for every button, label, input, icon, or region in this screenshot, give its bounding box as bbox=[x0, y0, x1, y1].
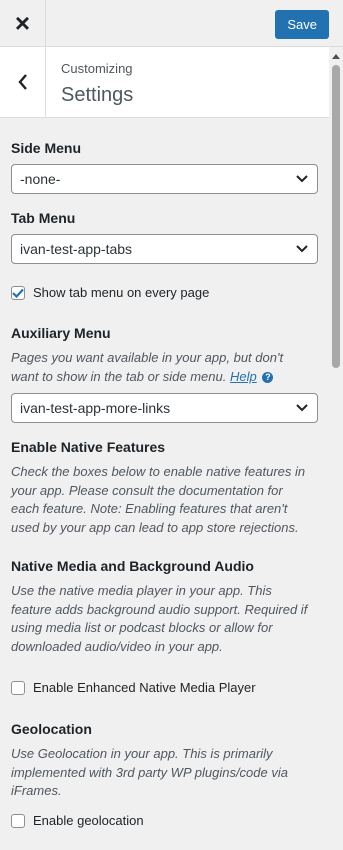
show-tab-menu-checkbox-row[interactable]: Show tab menu on every page bbox=[11, 285, 209, 300]
media-description: Use the native media player in your app.… bbox=[11, 583, 308, 654]
scroll-up-arrow-icon[interactable] bbox=[332, 54, 340, 59]
geolocation-description: Use Geolocation in your app. This is pri… bbox=[11, 746, 288, 798]
chevron-down-icon bbox=[296, 404, 308, 412]
side-menu-value: -none- bbox=[20, 171, 61, 187]
enable-geolocation-label: Enable geolocation bbox=[33, 813, 144, 828]
enable-media-label: Enable Enhanced Native Media Player bbox=[33, 680, 256, 695]
side-menu-title: Side Menu bbox=[11, 140, 82, 156]
breadcrumb: Customizing bbox=[61, 61, 133, 76]
enable-media-checkbox[interactable] bbox=[11, 680, 25, 695]
aux-menu-value: ivan-test-app-more-links bbox=[20, 400, 171, 416]
customizer-topbar: × Save bbox=[0, 0, 343, 47]
native-features-title: Enable Native Features bbox=[11, 439, 166, 455]
page-title: Settings bbox=[61, 84, 134, 106]
save-button[interactable]: Save bbox=[275, 10, 329, 39]
enable-geolocation-checkbox[interactable] bbox=[11, 813, 25, 828]
tab-menu-value: ivan-test-app-tabs bbox=[20, 241, 133, 257]
tab-menu-select[interactable]: ivan-test-app-tabs bbox=[11, 234, 318, 264]
chevron-left-icon bbox=[17, 74, 27, 90]
close-icon: × bbox=[14, 8, 31, 38]
media-title: Native Media and Background Audio bbox=[11, 558, 254, 574]
show-tab-menu-label: Show tab menu on every page bbox=[33, 285, 210, 300]
chevron-down-icon bbox=[296, 245, 308, 253]
enable-geolocation-checkbox-row[interactable]: Enable geolocation bbox=[11, 813, 144, 828]
back-button[interactable] bbox=[0, 47, 46, 117]
checkmark-icon bbox=[12, 288, 24, 298]
side-menu-select[interactable]: -none- bbox=[11, 164, 318, 194]
aux-menu-description: Pages you want available in your app, bu… bbox=[11, 349, 311, 386]
panel-header: Customizing Settings bbox=[0, 47, 329, 118]
show-tab-menu-checkbox[interactable] bbox=[11, 285, 25, 300]
scrollbar-thumb[interactable] bbox=[332, 65, 340, 368]
tab-menu-title: Tab Menu bbox=[11, 210, 76, 226]
native-features-description: Check the boxes below to enable native f… bbox=[11, 464, 306, 535]
help-link[interactable]: Help bbox=[230, 369, 257, 384]
enable-media-checkbox-row[interactable]: Enable Enhanced Native Media Player bbox=[11, 680, 256, 695]
aux-menu-title: Auxiliary Menu bbox=[11, 325, 111, 341]
scrollbar[interactable] bbox=[329, 47, 343, 850]
aux-menu-select[interactable]: ivan-test-app-more-links bbox=[11, 393, 318, 423]
chevron-down-icon bbox=[296, 175, 308, 183]
close-button[interactable]: × bbox=[0, 0, 46, 46]
geolocation-title: Geolocation bbox=[11, 721, 92, 737]
help-icon[interactable]: ? bbox=[262, 371, 274, 383]
